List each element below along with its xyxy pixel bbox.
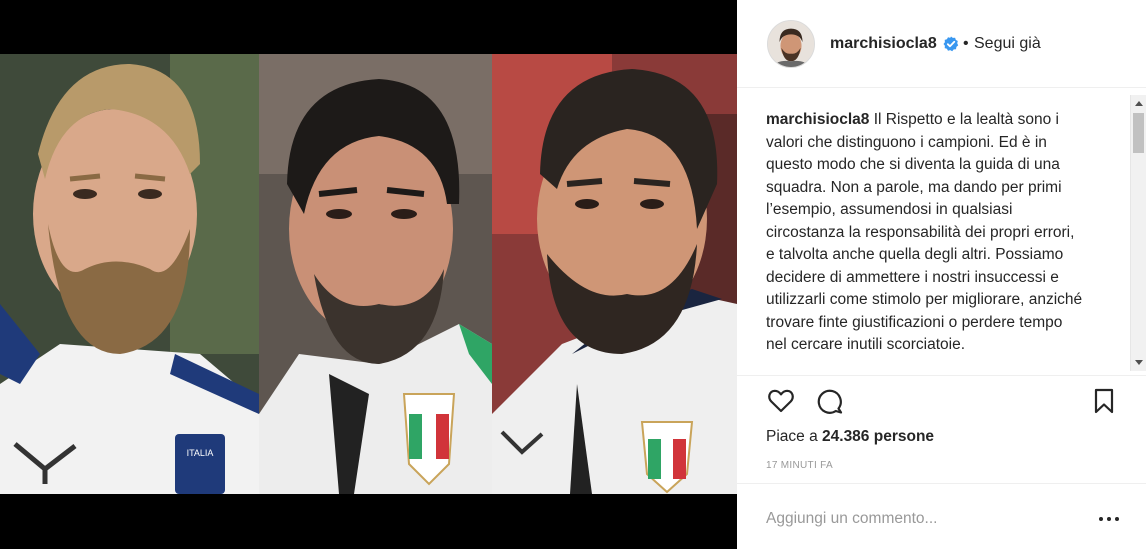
comment-input[interactable]: [766, 508, 1086, 530]
comment-button[interactable]: [813, 384, 847, 418]
likes-number[interactable]: 24.386 persone: [822, 428, 934, 445]
heart-icon: [768, 389, 794, 413]
caption-area: marchisiocla8 Il Rispetto e la lealtà so…: [737, 89, 1146, 376]
photo-panel-3: [492, 54, 737, 494]
verified-badge-icon: [943, 36, 959, 52]
scroll-up-arrow-icon[interactable]: [1135, 101, 1143, 106]
more-options-icon[interactable]: [1099, 508, 1119, 528]
header-separator: •: [963, 35, 969, 52]
like-button[interactable]: [764, 384, 798, 418]
follow-button[interactable]: Segui già: [974, 35, 1041, 53]
header-username[interactable]: marchisiocla8: [830, 35, 937, 53]
likes-prefix: Piace a: [766, 428, 823, 445]
post-header: marchisiocla8 • Segui già: [737, 0, 1146, 88]
bookmark-icon: [1094, 388, 1114, 414]
post-sidebar: marchisiocla8 • Segui già marchisiocla8 …: [737, 0, 1146, 549]
scroll-thumb[interactable]: [1133, 113, 1144, 153]
caption-username[interactable]: marchisiocla8: [766, 111, 869, 128]
likes-count: Piace a 24.386 persone: [766, 428, 934, 446]
avatar[interactable]: [767, 20, 815, 68]
save-button[interactable]: [1087, 384, 1121, 418]
comment-box: [737, 483, 1146, 549]
caption-text: Il Rispetto e la lealtà sono i valori ch…: [766, 111, 1083, 353]
post-actions: [737, 384, 1146, 424]
photo-panel-1: ITALIA: [0, 54, 259, 494]
scroll-down-arrow-icon[interactable]: [1135, 360, 1143, 365]
photo-panel-2: [259, 54, 492, 494]
comment-bubble-icon: [817, 389, 843, 414]
post-image[interactable]: ITALIA: [0, 0, 737, 549]
caption: marchisiocla8 Il Rispetto e la lealtà so…: [766, 109, 1086, 357]
crest-text: ITALIA: [187, 448, 214, 458]
caption-scrollbar[interactable]: [1130, 95, 1146, 371]
post-timestamp[interactable]: 17 MINUTI FA: [766, 460, 833, 471]
